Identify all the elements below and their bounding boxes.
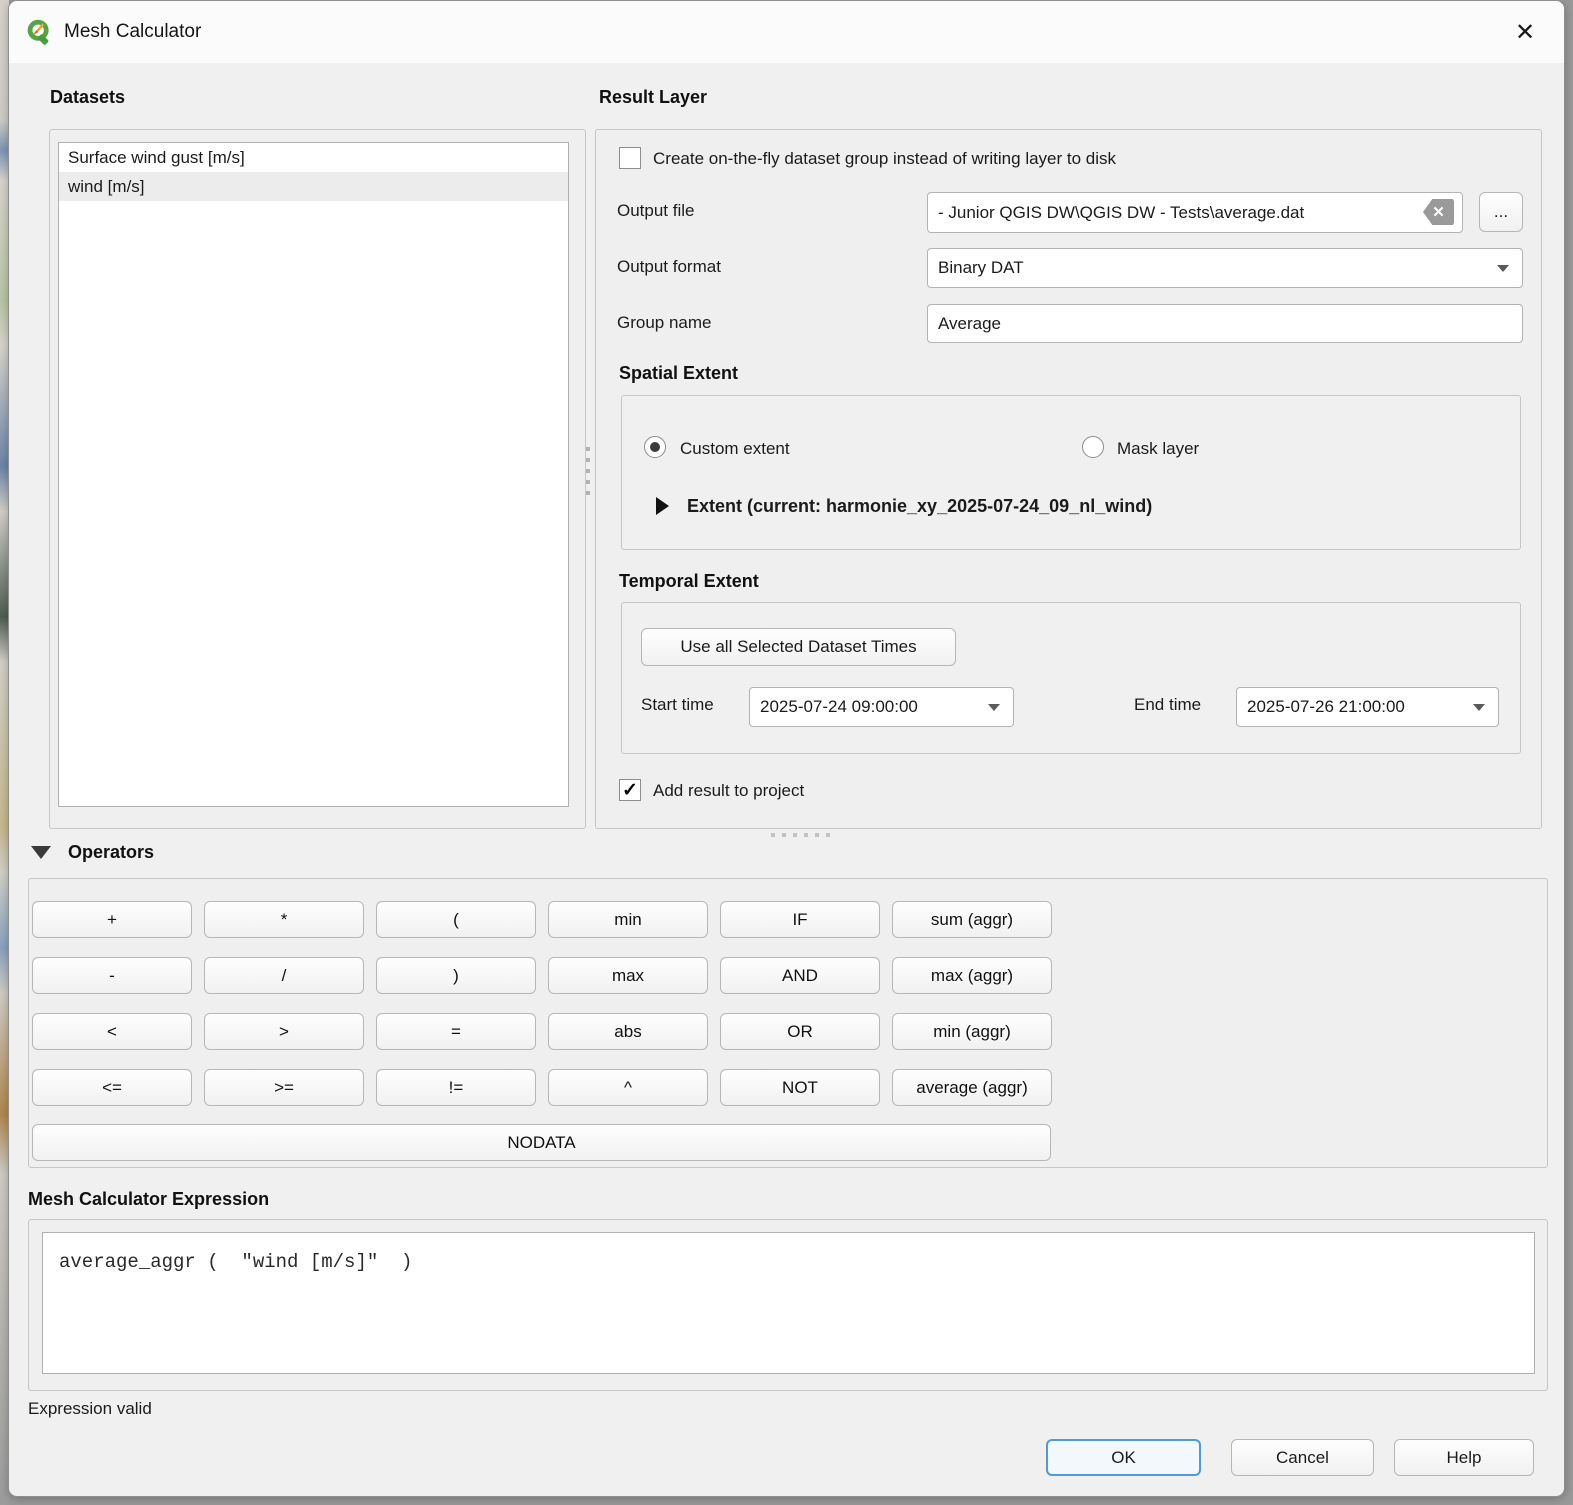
operator-less-than-button[interactable]: <	[32, 1013, 192, 1050]
use-all-dataset-times-button[interactable]: Use all Selected Dataset Times	[641, 628, 956, 666]
datasets-list[interactable]: Surface wind gust [m/s] wind [m/s]	[58, 142, 569, 807]
expression-text: average_aggr ( "wind [m/s]" )	[43, 1233, 1534, 1273]
window-title: Mesh Calculator	[64, 21, 201, 43]
chevron-down-icon	[1497, 265, 1509, 272]
operator-plus-button[interactable]: +	[32, 901, 192, 938]
operator-equals-button[interactable]: =	[376, 1013, 536, 1050]
operator-min-button[interactable]: min	[548, 901, 708, 938]
start-time-select[interactable]: 2025-07-24 09:00:00	[749, 687, 1014, 727]
operator-power-button[interactable]: ^	[548, 1069, 708, 1106]
mesh-calculator-dialog: Mesh Calculator ✕ Datasets Surface wind …	[8, 0, 1565, 1497]
operator-if-button[interactable]: IF	[720, 901, 880, 938]
operator-multiply-button[interactable]: *	[204, 901, 364, 938]
custom-extent-radio[interactable]	[644, 436, 666, 458]
operator-not-equal-button[interactable]: !=	[376, 1069, 536, 1106]
expression-heading: Mesh Calculator Expression	[28, 1189, 269, 1210]
operator-max-button[interactable]: max	[548, 957, 708, 994]
operator-divide-button[interactable]: /	[204, 957, 364, 994]
output-format-label: Output format	[617, 257, 721, 277]
operators-heading[interactable]: Operators	[68, 842, 154, 863]
browse-output-file-button[interactable]: ...	[1479, 192, 1523, 232]
operators-collapse-icon[interactable]	[31, 846, 51, 859]
operator-nodata-button[interactable]: NODATA	[32, 1124, 1051, 1161]
datasets-heading: Datasets	[50, 87, 125, 108]
operator-close-paren-button[interactable]: )	[376, 957, 536, 994]
operators-groupbox: + * ( min IF sum (aggr) - / ) max AND ma…	[28, 878, 1548, 1168]
operator-average-aggr-button[interactable]: average (aggr)	[892, 1069, 1052, 1106]
expression-status: Expression valid	[28, 1399, 152, 1419]
temporal-extent-groupbox: Use all Selected Dataset Times Start tim…	[621, 602, 1521, 754]
output-format-select[interactable]: Binary DAT	[927, 248, 1523, 288]
extent-expander-icon[interactable]	[656, 497, 669, 515]
output-file-label: Output file	[617, 201, 695, 221]
end-time-value: 2025-07-26 21:00:00	[1247, 697, 1405, 717]
expression-groupbox: average_aggr ( "wind [m/s]" )	[28, 1219, 1548, 1391]
ok-button[interactable]: OK	[1046, 1439, 1201, 1476]
qgis-logo-icon	[25, 18, 53, 46]
result-layer-heading: Result Layer	[599, 87, 707, 108]
operator-sum-aggr-button[interactable]: sum (aggr)	[892, 901, 1052, 938]
add-result-checkbox-label: Add result to project	[653, 781, 804, 801]
mask-layer-label: Mask layer	[1117, 439, 1199, 459]
operator-less-equal-button[interactable]: <=	[32, 1069, 192, 1106]
operator-not-button[interactable]: NOT	[720, 1069, 880, 1106]
cancel-button[interactable]: Cancel	[1231, 1439, 1374, 1476]
dataset-item[interactable]: Surface wind gust [m/s]	[59, 143, 568, 172]
operator-min-aggr-button[interactable]: min (aggr)	[892, 1013, 1052, 1050]
output-file-field-wrapper: ✕	[927, 192, 1463, 233]
end-time-label: End time	[1134, 695, 1201, 715]
mask-layer-radio[interactable]	[1082, 436, 1104, 458]
custom-extent-label: Custom extent	[680, 439, 790, 459]
help-button[interactable]: Help	[1394, 1439, 1534, 1476]
operator-greater-equal-button[interactable]: >=	[204, 1069, 364, 1106]
output-format-value: Binary DAT	[938, 258, 1024, 278]
horizontal-splitter-handle[interactable]	[771, 833, 837, 851]
close-icon[interactable]: ✕	[1502, 10, 1548, 54]
on-the-fly-checkbox-label: Create on-the-fly dataset group instead …	[653, 149, 1116, 169]
extent-expander-label[interactable]: Extent (current: harmonie_xy_2025-07-24_…	[687, 496, 1152, 517]
operator-and-button[interactable]: AND	[720, 957, 880, 994]
end-time-select[interactable]: 2025-07-26 21:00:00	[1236, 687, 1499, 727]
chevron-down-icon	[1473, 704, 1485, 711]
group-name-input[interactable]	[927, 304, 1523, 343]
operator-max-aggr-button[interactable]: max (aggr)	[892, 957, 1052, 994]
operator-button-grid: + * ( min IF sum (aggr) - / ) max AND ma…	[32, 901, 1052, 1106]
chevron-down-icon	[988, 704, 1000, 711]
group-name-label: Group name	[617, 313, 712, 333]
operator-abs-button[interactable]: abs	[548, 1013, 708, 1050]
operator-open-paren-button[interactable]: (	[376, 901, 536, 938]
operator-or-button[interactable]: OR	[720, 1013, 880, 1050]
start-time-value: 2025-07-24 09:00:00	[760, 697, 918, 717]
output-file-input[interactable]	[927, 192, 1463, 233]
spatial-extent-groupbox: Custom extent Mask layer Extent (current…	[621, 395, 1521, 550]
datasets-groupbox: Surface wind gust [m/s] wind [m/s]	[49, 129, 586, 829]
result-layer-groupbox: Create on-the-fly dataset group instead …	[595, 129, 1542, 829]
operator-minus-button[interactable]: -	[32, 957, 192, 994]
start-time-label: Start time	[641, 695, 714, 715]
dataset-item-selected[interactable]: wind [m/s]	[59, 172, 568, 201]
spatial-extent-heading: Spatial Extent	[619, 363, 738, 384]
title-bar: Mesh Calculator ✕	[9, 1, 1564, 63]
add-result-checkbox[interactable]: ✓	[619, 779, 641, 801]
vertical-splitter-handle[interactable]	[586, 447, 590, 502]
expression-editor[interactable]: average_aggr ( "wind [m/s]" )	[42, 1232, 1535, 1374]
on-the-fly-checkbox[interactable]	[619, 147, 641, 169]
operator-greater-than-button[interactable]: >	[204, 1013, 364, 1050]
temporal-extent-heading: Temporal Extent	[619, 571, 759, 592]
